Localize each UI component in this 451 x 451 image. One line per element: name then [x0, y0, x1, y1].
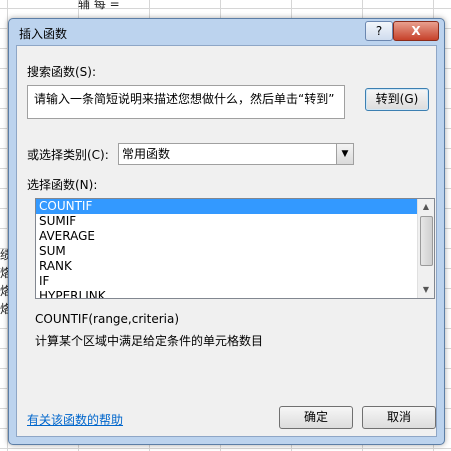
function-help-link[interactable]: 有关该函数的帮助 — [27, 411, 123, 428]
category-select[interactable]: 常用函数 ▼ — [118, 143, 354, 165]
list-item[interactable]: IF — [36, 274, 419, 289]
dialog-body: 搜索函数(S): 请输入一条简短说明来描述您想做什么，然后单击“转到” 转到(G… — [16, 45, 437, 437]
title-bar[interactable]: 插入函数 ? X — [9, 19, 444, 45]
function-syntax: COUNTIF(range,criteria) — [35, 312, 179, 326]
function-listbox[interactable]: COUNTIF SUMIF AVERAGE SUM RANK IF HYPERL… — [35, 198, 435, 299]
list-item[interactable]: RANK — [36, 259, 419, 274]
go-button[interactable]: 转到(G) — [365, 88, 429, 111]
search-input[interactable]: 请输入一条简短说明来描述您想做什么，然后单击“转到” — [27, 85, 345, 119]
scrollbar-thumb[interactable] — [420, 216, 433, 266]
list-item[interactable]: SUM — [36, 244, 419, 259]
scroll-down-icon[interactable]: ▼ — [418, 282, 434, 298]
list-item[interactable]: HYPERLINK — [36, 289, 419, 298]
function-list-label: 选择函数(N): — [27, 178, 98, 192]
list-item[interactable]: SUMIF — [36, 214, 419, 229]
help-button[interactable]: ? — [365, 21, 393, 41]
close-button[interactable]: X — [393, 21, 439, 41]
chevron-down-icon[interactable]: ▼ — [336, 144, 353, 164]
insert-function-dialog: 插入函数 ? X 搜索函数(S): 请输入一条简短说明来描述您想做什么，然后单击… — [8, 18, 445, 445]
list-item[interactable]: AVERAGE — [36, 229, 419, 244]
scroll-up-icon[interactable]: ▲ — [418, 199, 434, 215]
sheet-cell-text: 辅 每 = — [78, 0, 120, 11]
dialog-title: 插入函数 — [19, 27, 68, 41]
category-label: 或选择类别(C): — [27, 148, 109, 162]
cancel-button[interactable]: 取消 — [362, 406, 436, 429]
search-label: 搜索函数(S): — [27, 65, 97, 79]
ok-button[interactable]: 确定 — [279, 406, 353, 429]
function-description: 计算某个区域中满足给定条件的单元格数目 — [35, 334, 264, 348]
list-scrollbar[interactable]: ▲ ▼ — [417, 199, 434, 298]
list-item[interactable]: COUNTIF — [36, 199, 419, 214]
category-selected-value: 常用函数 — [122, 147, 171, 161]
